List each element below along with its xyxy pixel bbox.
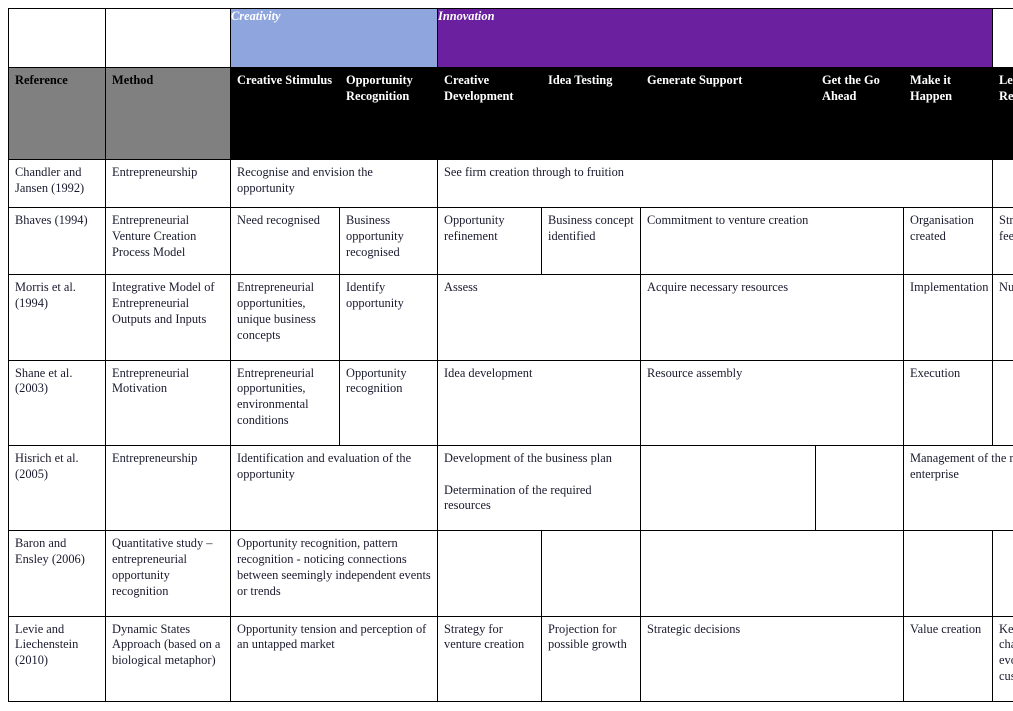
cell-method: Entrepreneurial Motivation <box>105 359 231 446</box>
cell-stage-content: Execution <box>902 359 994 446</box>
cell-empty <box>902 530 994 617</box>
cell-method: Integrative Model of Entrepreneurial Out… <box>105 274 231 361</box>
cell-reference: Baron and Ensley (2006) <box>8 530 106 617</box>
cell-stage-content: Number of events <box>992 274 1013 361</box>
table-row: Bhaves (1994) Entrepreneurial Venture Cre… <box>8 207 1013 276</box>
cell-stage-content: Idea development <box>437 359 641 446</box>
band-blank-1 <box>105 8 231 68</box>
column-header-generate-support: Generate Support <box>640 67 816 160</box>
cell-stage-content: Projection for possible growth <box>541 615 641 703</box>
cell-empty <box>815 444 904 532</box>
table-row: Baron and Ensley (2006) Quantitative stud… <box>8 530 1013 617</box>
cell-stage-content: Business concept identified <box>541 207 641 276</box>
cell-stage-content: Need recognised <box>230 207 340 276</box>
cell-stage-content: Organisation created <box>902 207 994 276</box>
cell-stage-content: Opportunity refinement <box>437 207 542 276</box>
band-blank-4 <box>992 8 1013 68</box>
column-header-creative-development: Creative Development <box>437 67 542 160</box>
band-label-creativity: Creativity <box>230 8 438 68</box>
cell-stage-content: Acquire necessary resources <box>640 274 904 361</box>
cell-stage-content: Entrepreneurial opportunities, unique bu… <box>230 274 340 361</box>
table-row: Shane et al. (2003) Entrepreneurial Motiv… <box>8 359 1013 446</box>
cell-stage-content: Implementation <box>902 274 994 361</box>
cell-stage-content: Opportunity recognition <box>339 359 438 446</box>
cell-stage-content: Identification and evaluation of the opp… <box>230 444 438 532</box>
cell-stage-content: Business opportunity recognised <box>339 207 438 276</box>
cell-paragraph: Development of the business plan <box>444 450 612 465</box>
cell-empty <box>992 530 1013 617</box>
cell-stage-content: Recognise and envision the opportunity <box>230 158 438 209</box>
cell-method: Entrepreneurial Venture Creation Process… <box>105 207 231 276</box>
column-header-idea-testing: Idea Testing <box>541 67 641 160</box>
band-label-innovation: Innovation <box>436 8 994 68</box>
cell-stage-content: Resource assembly <box>640 359 904 446</box>
cell-empty <box>640 444 816 532</box>
table-row: Hisrich et al. (2005) Entrepreneurship Ide… <box>8 444 1013 532</box>
cell-method: Dynamic States Approach (based on a biol… <box>105 615 231 703</box>
column-header-opportunity-recognition: Opportunity Recognition <box>339 67 438 160</box>
cell-reference: Hisrich et al. (2005) <box>8 444 106 532</box>
table-body: Creativity Innovation Reference Method Creat… <box>8 8 1013 703</box>
cell-stage-content: Identify opportunity <box>339 274 438 361</box>
cell-stage-content: Value creation <box>902 615 994 703</box>
cell-stage-content: Commitment to venture creation <box>640 207 904 276</box>
cell-stage-content: Strategic feedback loop <box>992 207 1013 276</box>
header-row: Reference Method Creative Stimulus Opportun… <box>8 67 1013 160</box>
cell-stage-content: See firm creation through to fruition <box>436 158 994 209</box>
cell-stage-content: Strategic decisions <box>640 615 904 703</box>
cell-method: Quantitative study – entrepreneurial opp… <box>105 530 231 617</box>
column-header-learn-from-the-results: Learn from the Results <box>992 67 1013 160</box>
cell-empty <box>640 530 904 617</box>
cell-method: Entrepreneurship <box>105 444 231 532</box>
table-row: Chandler and Jansen (1992) Entrepreneursh… <box>8 158 1013 209</box>
cell-reference: Shane et al. (2003) <box>8 359 106 446</box>
band-row: Creativity Innovation <box>8 8 1013 68</box>
entrepreneurship-process-models-table: Creativity Innovation Reference Method Creat… <box>8 8 1013 703</box>
cell-empty <box>541 530 641 617</box>
column-header-method: Method <box>105 67 231 160</box>
cell-reference: Levie and Liechenstein (2010) <box>8 615 106 703</box>
cell-stage-content: Opportunity recognition, pattern recogni… <box>230 530 438 617</box>
cell-paragraph: Determination of the required resources <box>444 482 592 513</box>
cell-empty <box>437 530 542 617</box>
column-header-make-it-happen: Make it Happen <box>902 67 994 160</box>
cell-stage-content: Development of the business plan Determin… <box>437 444 641 532</box>
cell-method: Entrepreneurship <box>105 158 231 209</box>
cell-stage-content: Keep up with changes and evolving needs … <box>992 615 1013 703</box>
table-row: Levie and Liechenstein (2010) Dynamic Sta… <box>8 615 1013 703</box>
cell-stage-content: Strategy for venture creation <box>437 615 542 703</box>
band-blank-0 <box>8 8 106 68</box>
column-header-creative-stimulus: Creative Stimulus <box>230 67 340 160</box>
column-header-reference: Reference <box>8 67 106 160</box>
comparison-table-container: Creativity Innovation Reference Method Creat… <box>8 8 1013 703</box>
cell-reference: Morris et al. (1994) <box>8 274 106 361</box>
table-row: Morris et al. (1994) Integrative Model of… <box>8 274 1013 361</box>
cell-stage-content: Entrepreneurial opportunities, environme… <box>230 359 340 446</box>
cell-reference: Chandler and Jansen (1992) <box>8 158 106 209</box>
cell-stage-content: Opportunity tension and perception of an… <box>230 615 438 703</box>
cell-stage-content: Management of the resulting enterprise <box>902 444 1013 532</box>
column-header-get-the-go-ahead: Get the Go Ahead <box>815 67 904 160</box>
cell-empty <box>992 359 1013 446</box>
cell-stage-content: Assess <box>437 274 641 361</box>
cell-reference: Bhaves (1994) <box>8 207 106 276</box>
cell-empty <box>992 158 1013 209</box>
